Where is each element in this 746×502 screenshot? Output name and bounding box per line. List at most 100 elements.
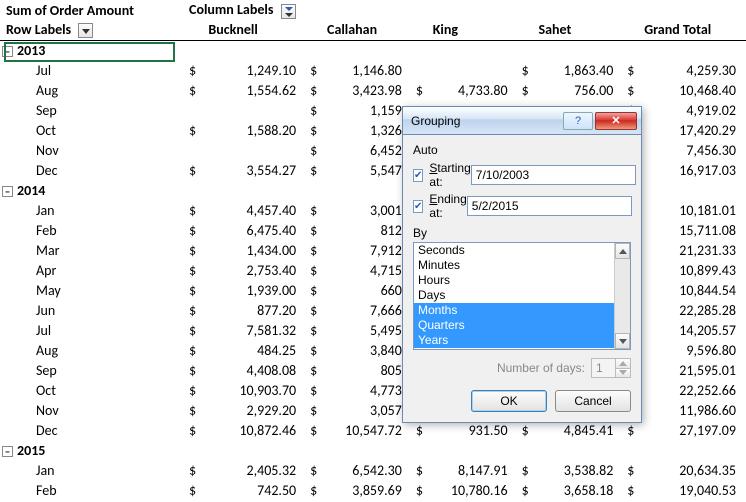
cell-value[interactable]: 16,917.03: [640, 160, 746, 180]
currency-symbol[interactable]: $: [306, 60, 323, 80]
cell-value[interactable]: 931.50: [429, 420, 518, 440]
currency-symbol[interactable]: $: [518, 420, 535, 440]
cell-value[interactable]: 3,538.82: [534, 460, 623, 480]
currency-symbol[interactable]: $: [518, 60, 535, 80]
cell-value[interactable]: 10,899.43: [640, 260, 746, 280]
cell-value[interactable]: 4,715: [323, 260, 412, 280]
currency-symbol[interactable]: $: [306, 100, 323, 120]
ending-at-checkbox[interactable]: ✔: [413, 200, 423, 213]
cell-value[interactable]: 4,845.41: [534, 420, 623, 440]
list-item-seconds[interactable]: Seconds: [414, 243, 614, 258]
cell-value[interactable]: 4,408.08: [204, 360, 306, 380]
cell-value[interactable]: 3,840: [323, 340, 412, 360]
month-row[interactable]: Aug: [0, 340, 185, 360]
cell-value[interactable]: [204, 100, 306, 120]
month-row[interactable]: Jan: [0, 460, 185, 480]
cell-value[interactable]: 10,872.46: [204, 420, 306, 440]
ending-at-input[interactable]: [467, 196, 632, 216]
cell-value[interactable]: 805: [323, 360, 412, 380]
cell-value[interactable]: 3,554.27: [204, 160, 306, 180]
cell-value[interactable]: 812: [323, 220, 412, 240]
cell-value[interactable]: 4,919.02: [640, 100, 746, 120]
cell-value[interactable]: [429, 60, 518, 80]
dialog-help-button[interactable]: ?: [563, 112, 593, 130]
cell-value[interactable]: 10,844.54: [640, 280, 746, 300]
currency-symbol[interactable]: $: [412, 80, 429, 100]
currency-symbol[interactable]: $: [306, 400, 323, 420]
currency-symbol[interactable]: $: [185, 320, 204, 340]
listbox-scrollbar[interactable]: [614, 243, 630, 349]
cell-value[interactable]: 2,929.20: [204, 400, 306, 420]
currency-symbol[interactable]: $: [306, 260, 323, 280]
month-row[interactable]: Mar: [0, 240, 185, 260]
month-row[interactable]: Jan: [0, 200, 185, 220]
cell-value[interactable]: 1,939.00: [204, 280, 306, 300]
month-row[interactable]: Dec: [0, 420, 185, 440]
currency-symbol[interactable]: $: [306, 160, 323, 180]
row-labels-dropdown[interactable]: [78, 23, 93, 38]
currency-symbol[interactable]: $: [518, 460, 535, 480]
cell-value[interactable]: 1,588.20: [204, 120, 306, 140]
year-row[interactable]: −2013: [0, 40, 185, 60]
cell-value[interactable]: 10,181.01: [640, 200, 746, 220]
currency-symbol[interactable]: $: [623, 80, 640, 100]
currency-symbol[interactable]: $: [306, 360, 323, 380]
cell-value[interactable]: 10,903.70: [204, 380, 306, 400]
currency-symbol[interactable]: $: [185, 300, 204, 320]
month-row[interactable]: Nov: [0, 400, 185, 420]
month-row[interactable]: Aug: [0, 80, 185, 100]
cell-value[interactable]: 4,773: [323, 380, 412, 400]
currency-symbol[interactable]: $: [185, 480, 204, 500]
collapse-icon[interactable]: −: [2, 46, 13, 57]
month-row[interactable]: Jul: [0, 60, 185, 80]
cell-value[interactable]: 6,452: [323, 140, 412, 160]
cell-value[interactable]: 10,547.72: [323, 420, 412, 440]
currency-symbol[interactable]: $: [306, 140, 323, 160]
currency-symbol[interactable]: $: [412, 460, 429, 480]
currency-symbol[interactable]: $: [185, 380, 204, 400]
currency-symbol[interactable]: $: [185, 200, 204, 220]
month-row[interactable]: Jul: [0, 320, 185, 340]
month-row[interactable]: Feb: [0, 220, 185, 240]
collapse-icon[interactable]: −: [2, 446, 13, 457]
cell-value[interactable]: 1,863.40: [534, 60, 623, 80]
currency-symbol[interactable]: $: [623, 480, 640, 500]
cell-value[interactable]: 21,595.01: [640, 360, 746, 380]
cell-value[interactable]: 1,249.10: [204, 60, 306, 80]
currency-symbol[interactable]: $: [306, 200, 323, 220]
dialog-close-button[interactable]: ✕: [595, 112, 637, 130]
list-item-months[interactable]: Months: [414, 303, 614, 318]
currency-symbol[interactable]: $: [306, 220, 323, 240]
currency-symbol[interactable]: $: [623, 60, 640, 80]
scroll-up-button[interactable]: [615, 243, 630, 259]
cell-value[interactable]: 1,434.00: [204, 240, 306, 260]
cell-value[interactable]: 3,658.18: [534, 480, 623, 500]
starting-at-input[interactable]: [471, 165, 636, 185]
list-item-days[interactable]: Days: [414, 288, 614, 303]
cell-value[interactable]: 2,405.32: [204, 460, 306, 480]
cell-value[interactable]: 484.25: [204, 340, 306, 360]
cell-value[interactable]: 1,326: [323, 120, 412, 140]
cell-value[interactable]: 1,554.62: [204, 80, 306, 100]
cell-value[interactable]: 22,285.28: [640, 300, 746, 320]
cell-value[interactable]: 660: [323, 280, 412, 300]
currency-symbol[interactable]: $: [185, 60, 204, 80]
month-row[interactable]: Sep: [0, 360, 185, 380]
cell-value[interactable]: 7,666: [323, 300, 412, 320]
currency-symbol[interactable]: $: [306, 320, 323, 340]
currency-symbol[interactable]: $: [623, 420, 640, 440]
cell-value[interactable]: 17,420.29: [640, 120, 746, 140]
cell-value[interactable]: 3,001: [323, 200, 412, 220]
cell-value[interactable]: 5,547: [323, 160, 412, 180]
currency-symbol[interactable]: [185, 100, 204, 120]
month-row[interactable]: Jun: [0, 300, 185, 320]
cell-value[interactable]: 742.50: [204, 480, 306, 500]
currency-symbol[interactable]: $: [185, 400, 204, 420]
cell-value[interactable]: 7,912: [323, 240, 412, 260]
currency-symbol[interactable]: [412, 60, 429, 80]
currency-symbol[interactable]: $: [185, 260, 204, 280]
cell-value[interactable]: 4,259.30: [640, 60, 746, 80]
cell-value[interactable]: [204, 140, 306, 160]
cell-value[interactable]: 10,468.40: [640, 80, 746, 100]
ok-button[interactable]: OK: [471, 390, 547, 412]
